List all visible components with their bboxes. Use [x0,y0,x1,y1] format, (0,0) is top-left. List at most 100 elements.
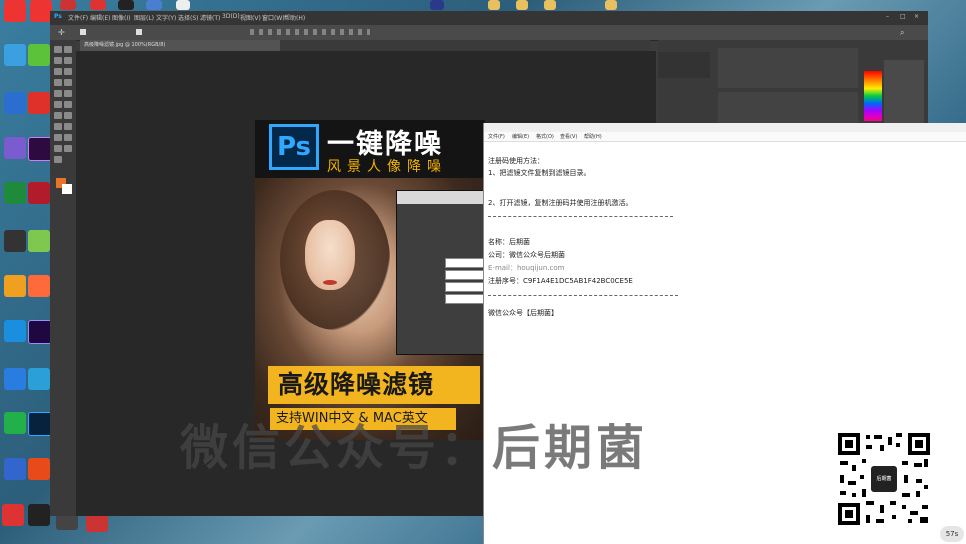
menu-image[interactable]: 图像(I) [112,13,130,22]
name-field[interactable] [445,258,487,268]
menu-window[interactable]: 窗口(W) [262,13,285,22]
after-effects-icon[interactable] [28,320,52,344]
menu-file[interactable]: 文件(F) [488,133,505,140]
menu-edit[interactable]: 编辑(E) [90,13,110,22]
text-line: 公司：微信公众号后期菌 [488,251,565,259]
app-icon[interactable] [4,0,26,22]
maximize-icon[interactable]: □ [900,13,906,20]
menu-view[interactable]: 查看(V) [560,133,577,140]
history-brush-icon[interactable] [54,101,62,108]
app-icon[interactable] [4,230,26,252]
artboard-tool-icon[interactable] [64,46,72,53]
app-icon[interactable] [4,92,26,114]
app-icon[interactable] [60,0,76,10]
wand-tool-icon[interactable] [54,68,62,75]
app-icon[interactable] [4,320,26,342]
close-icon[interactable]: × [914,13,919,20]
app-icon[interactable] [430,0,444,10]
app-icon[interactable] [28,44,50,66]
app-icon[interactable] [4,275,26,297]
background-color-swatch[interactable] [62,184,72,194]
file-icon[interactable] [176,0,190,10]
text-line: 名称：后期菌 [488,238,530,246]
pen-tool-icon[interactable] [64,123,72,130]
folder-icon[interactable] [605,0,617,10]
text-line: 注册序号：C9F1A4E1DC5AB1F42BC0CE5E [488,277,633,285]
ps-options-bar: ✛ ⌕ [50,25,928,41]
ps-toolbar [50,40,76,516]
move-tool-icon[interactable] [54,46,62,53]
eyedropper-tool-icon[interactable] [54,79,62,86]
menu-3d[interactable]: 3D(D) [222,13,240,20]
path-select-icon[interactable] [64,134,72,141]
zoom-tool-icon[interactable] [54,156,62,163]
checkbox[interactable] [136,29,142,35]
app-icon[interactable] [28,182,50,204]
app-icon[interactable] [28,230,50,252]
minimize-icon[interactable]: – [886,13,889,20]
menu-help[interactable]: 帮助(H) [284,13,305,22]
menu-filter[interactable]: 滤镜(T) [200,13,220,22]
app-icon[interactable] [90,0,106,10]
app-icon[interactable] [28,368,50,390]
menu-format[interactable]: 格式(O) [536,133,554,140]
photoshop-icon[interactable] [28,412,52,436]
swatches-panel[interactable] [864,71,882,121]
hand-tool-icon[interactable] [64,145,72,152]
brush-tool-icon[interactable] [54,90,62,97]
lasso-tool-icon[interactable] [64,57,72,64]
panel-buttons [718,48,858,88]
folder-icon[interactable] [488,0,500,10]
folder-icon[interactable] [544,0,556,10]
portrait-lips [323,280,337,285]
app-icon[interactable] [4,368,26,390]
menu-select[interactable]: 选择(S) [178,13,199,22]
app-icon[interactable] [2,504,24,526]
app-icon[interactable] [28,275,50,297]
align-icons[interactable] [250,29,370,35]
app-icon[interactable] [28,504,50,526]
app-icon[interactable] [118,0,134,10]
heal-tool-icon[interactable] [64,79,72,86]
menu-help[interactable]: 帮助(H) [584,133,602,140]
gradient-tool-icon[interactable] [54,112,62,119]
dodge-tool-icon[interactable] [54,123,62,130]
app-icon[interactable] [4,137,26,159]
menu-type[interactable]: 文字(Y) [156,13,176,22]
email-field[interactable] [445,282,487,292]
app-icon[interactable] [4,412,26,434]
app-icon[interactable] [4,182,26,204]
menu-file[interactable]: 文件(F) [68,13,88,22]
folder-icon[interactable] [516,0,528,10]
app-icon[interactable] [146,0,162,10]
serial-field[interactable] [445,294,487,304]
text-line: 注册码使用方法： [488,157,544,165]
app-icon[interactable] [30,0,52,22]
company-field[interactable] [445,270,487,280]
menu-layer[interactable]: 图层(L) [134,13,154,22]
dialog-titlebar [397,191,491,204]
blur-tool-icon[interactable] [64,112,72,119]
type-tool-icon[interactable] [54,134,62,141]
shape-tool-icon[interactable] [54,145,62,152]
checkbox[interactable] [80,29,86,35]
search-icon[interactable]: ⌕ [900,28,904,38]
divider [488,295,678,296]
menu-edit[interactable]: 编辑(E) [512,133,529,140]
eraser-tool-icon[interactable] [64,101,72,108]
banner-main: 高级降噪滤镜 [268,366,480,404]
ps-menubar: Ps 文件(F) 编辑(E) 图像(I) 图层(L) 文字(Y) 选择(S) 滤… [50,11,928,25]
menu-view[interactable]: 视图(V) [240,13,261,22]
app-icon[interactable] [28,458,50,480]
crop-tool-icon[interactable] [64,68,72,75]
app-icon[interactable] [28,92,50,114]
app-icon[interactable] [4,44,26,66]
app-icon[interactable] [4,458,26,480]
move-tool-icon[interactable]: ✛ [58,28,65,37]
marquee-tool-icon[interactable] [54,57,62,64]
premiere-icon[interactable] [28,137,52,161]
ps-app-badge: Ps [54,13,62,20]
tab-document[interactable]: 高级降噪滤镜.jpg @ 100%(RGB/8) [80,40,280,51]
stamp-tool-icon[interactable] [64,90,72,97]
ps-document-tabs: 高级降噪滤镜.jpg @ 100%(RGB/8) [80,40,650,51]
